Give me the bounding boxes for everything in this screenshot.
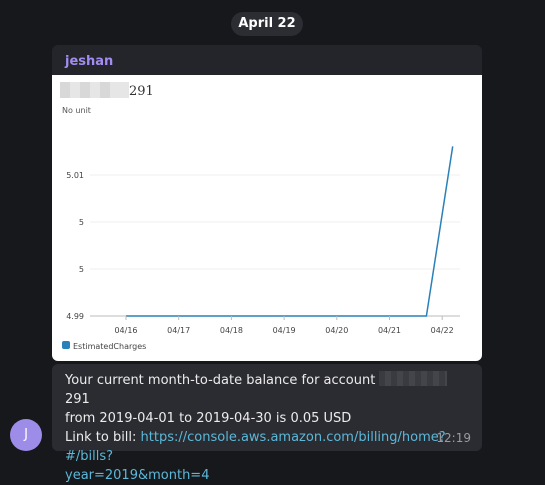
x-tick-label: 04/21 [378,326,401,335]
x-tick-label: 04/19 [273,326,296,335]
account-suffix: 291 [65,392,90,407]
redacted-title-shade [100,82,110,98]
x-tick-label: 04/16 [114,326,137,335]
x-tick-label: 04/20 [325,326,348,335]
redacted-title-shade [80,82,90,98]
y-tick-label: 5 [79,265,84,274]
unit-label: No unit [62,106,91,115]
message-time: 12:19 [436,431,471,445]
text-message-bubble: Your current month-to-date balance for a… [52,364,482,483]
message-body: Your current month-to-date balance for a… [65,371,465,485]
sender-name[interactable]: jeshan [65,54,113,69]
message-line2: from 2019-04-01 to 2019-04-30 is 0.05 US… [65,411,352,426]
legend-label: EstimatedCharges [73,342,146,351]
link-label: Link to bill: [65,430,137,445]
redacted-account [379,371,448,386]
y-tick-label: 4.99 [66,312,84,321]
x-tick-label: 04/17 [167,326,190,335]
x-tick-label: 04/22 [431,326,454,335]
x-tick-label: 04/18 [220,326,243,335]
chart-svg: 291 No unit 5.01 5 5 4.99 04/16 04/17 04/18 04/… [60,82,460,351]
y-tick-label: 5 [79,218,84,227]
chart-image[interactable]: 291 No unit 5.01 5 5 4.99 04/16 04/17 04/18 04/… [52,75,482,361]
avatar[interactable]: J [10,419,42,451]
redacted-title [60,82,129,98]
chart-title-suffix: 291 [129,84,154,99]
chart-message-bubble: jeshan 291 No unit 5.01 5 5 4.99 04/16 04/17 0… [52,45,482,361]
legend-swatch [62,341,70,349]
y-tick-label: 5.01 [66,171,84,180]
redacted-title-shade [60,82,70,98]
date-separator: April 22 [231,12,303,36]
message-line1: Your current month-to-date balance for a… [65,373,376,388]
series-line-estimatedcharges [126,146,454,317]
